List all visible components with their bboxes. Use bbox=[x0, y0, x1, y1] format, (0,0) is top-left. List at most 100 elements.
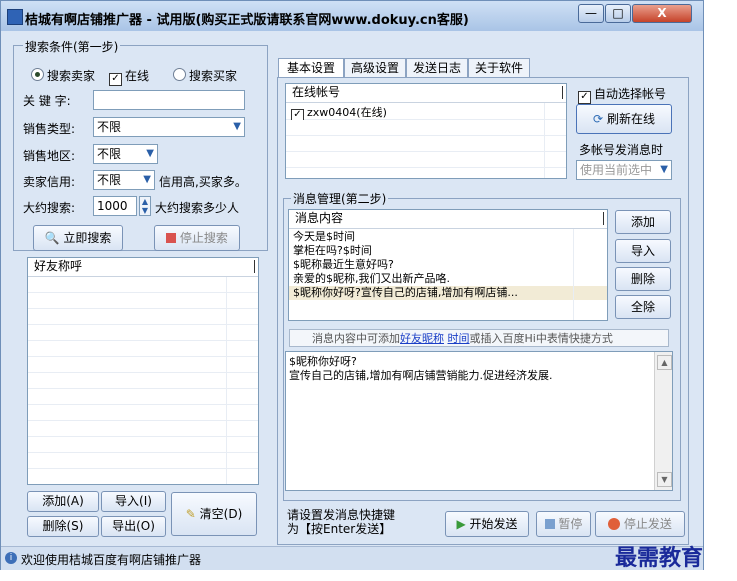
keyword-label: 关 键 字: bbox=[23, 94, 71, 108]
tab-basic-settings[interactable]: 基本设置 bbox=[278, 58, 344, 79]
window-title: 桔城有啊店铺推广器 - 试用版(购买正式版请联系官网www.dokuy.cn客服… bbox=[25, 13, 469, 28]
message-editor[interactable]: $昵称你好呀? 宣传自己的店铺,增加有啊店铺营销能力.促进经济发展. ▲ ▼ bbox=[285, 351, 673, 491]
chevron-down-icon: ▼ bbox=[143, 174, 151, 185]
import-message-button[interactable]: 导入 bbox=[615, 239, 671, 263]
message-legend: 消息管理(第二步) bbox=[291, 190, 389, 207]
credit-select[interactable]: 不限 ▼ bbox=[93, 170, 155, 190]
hotkey-hint: 请设置发消息快捷键 为【按Enter发送】 bbox=[287, 508, 395, 536]
export-friend-button[interactable]: 导出(O) bbox=[101, 516, 166, 537]
credit-value: 不限 bbox=[97, 173, 122, 187]
online-accounts-list[interactable]: 在线帐号 ✓ zxw0404(在线) bbox=[285, 83, 567, 179]
title-bar[interactable]: 桔城有啊店铺推广器 - 试用版(购买正式版请联系官网www.dokuy.cn客服… bbox=[1, 1, 703, 31]
radio-buyer-label: 搜索买家 bbox=[189, 69, 238, 83]
stop-send-button[interactable]: 停止发送 bbox=[595, 511, 685, 537]
credit-label: 卖家信用: bbox=[23, 175, 76, 189]
import-friend-button[interactable]: 导入(I) bbox=[101, 491, 166, 512]
accounts-header-label: 在线帐号 bbox=[292, 85, 341, 99]
chevron-down-icon: ▼ bbox=[146, 148, 154, 159]
credit-hint: 信用高,买家多。 bbox=[159, 175, 247, 189]
start-send-label: 开始发送 bbox=[469, 517, 518, 531]
column-line bbox=[573, 229, 574, 320]
delete-friend-button[interactable]: 删除(S) bbox=[27, 516, 99, 537]
radio-off-icon bbox=[173, 68, 186, 81]
message-item[interactable]: 掌柜在吗?$时间 bbox=[293, 244, 372, 258]
multi-account-select[interactable]: 使用当前选中 ▼ bbox=[576, 160, 672, 180]
approx-hint: 大约搜索多少人 bbox=[155, 201, 240, 215]
app-window: 桔城有啊店铺推广器 - 试用版(购买正式版请联系官网www.dokuy.cn客服… bbox=[0, 0, 704, 570]
clear-friends-button[interactable]: ✎ 清空(D) bbox=[171, 492, 257, 536]
delete-message-button[interactable]: 删除 bbox=[615, 267, 671, 291]
add-friend-button[interactable]: 添加(A) bbox=[27, 491, 99, 512]
watermark-text: 最需教育 bbox=[615, 545, 704, 571]
auto-select-checkbox[interactable]: ✓ 自动选择帐号 bbox=[578, 85, 666, 104]
editor-scrollbar[interactable]: ▲ ▼ bbox=[654, 352, 672, 490]
multi-account-value: 使用当前选中 bbox=[580, 163, 653, 177]
friends-list[interactable]: 好友称呼 bbox=[27, 257, 259, 485]
region-select[interactable]: 不限 ▼ bbox=[93, 144, 158, 164]
message-item[interactable]: 今天是$时间 bbox=[293, 230, 355, 244]
region-value: 不限 bbox=[97, 147, 122, 161]
hint-suffix: 或插入百度Hi中表情快捷方式 bbox=[469, 332, 613, 345]
approx-label: 大约搜索: bbox=[23, 201, 76, 215]
keyword-input[interactable] bbox=[93, 90, 245, 110]
stop-icon bbox=[608, 518, 621, 530]
insert-time-link[interactable]: 时间 bbox=[448, 332, 470, 345]
app-icon bbox=[7, 9, 23, 25]
radio-on-icon bbox=[31, 68, 44, 81]
status-bar: i 欢迎使用桔城百度有啊店铺推广器 bbox=[1, 546, 703, 570]
insert-nickname-link[interactable]: 好友昵称 bbox=[400, 332, 444, 345]
start-send-button[interactable]: ▶ 开始发送 bbox=[445, 511, 529, 537]
tab-advanced-settings[interactable]: 高级设置 bbox=[344, 58, 406, 78]
approx-input[interactable]: 1000 bbox=[93, 196, 137, 216]
multi-account-label: 多帐号发消息时 bbox=[579, 143, 664, 157]
message-header-label: 消息内容 bbox=[295, 211, 344, 225]
radio-seller-label: 搜索卖家 bbox=[47, 69, 96, 83]
hotkey-line-1: 请设置发消息快捷键 bbox=[287, 508, 396, 522]
friends-list-rows bbox=[28, 277, 258, 484]
refresh-icon: ⟳ bbox=[593, 112, 604, 126]
play-icon: ▶ bbox=[456, 517, 466, 531]
clear-messages-button[interactable]: 全除 bbox=[615, 295, 671, 319]
message-list[interactable]: 消息内容 今天是$时间 掌柜在吗?$时间 $昵称最近生意好吗? 亲爱的$昵称,我… bbox=[288, 209, 608, 321]
pause-send-button[interactable]: 暂停 bbox=[536, 511, 591, 537]
scroll-down-icon[interactable]: ▼ bbox=[657, 472, 672, 487]
message-list-header: 消息内容 bbox=[289, 210, 607, 229]
sale-type-select[interactable]: 不限 ▼ bbox=[93, 117, 245, 137]
stop-icon bbox=[166, 233, 177, 243]
column-divider bbox=[254, 260, 255, 273]
approx-spinner[interactable]: ▲ ▼ bbox=[139, 196, 151, 216]
tab-send-log[interactable]: 发送日志 bbox=[406, 58, 468, 78]
auto-select-label: 自动选择帐号 bbox=[594, 87, 667, 101]
pause-icon bbox=[544, 519, 555, 529]
friends-list-header: 好友称呼 bbox=[28, 258, 258, 277]
checkbox-online[interactable]: ✓ 在线 bbox=[109, 67, 149, 86]
radio-search-buyer[interactable]: 搜索买家 bbox=[173, 67, 237, 84]
account-row[interactable]: ✓ zxw0404(在线) bbox=[286, 103, 566, 122]
editor-line-2: 宣传自己的店铺,增加有啊店铺营销能力.促进经济发展. bbox=[289, 369, 553, 382]
radio-search-seller[interactable]: 搜索卖家 bbox=[31, 67, 95, 84]
checkmark-icon: ✓ bbox=[109, 73, 122, 86]
column-divider bbox=[562, 86, 563, 99]
refresh-online-label: 刷新在线 bbox=[606, 112, 655, 126]
add-message-button[interactable]: 添加 bbox=[615, 210, 671, 234]
message-item[interactable]: 亲爱的$昵称,我们又出新产品咯. bbox=[293, 272, 450, 286]
column-divider bbox=[603, 212, 604, 225]
close-button[interactable]: X bbox=[632, 4, 692, 23]
editor-line-1: $昵称你好呀? bbox=[289, 355, 357, 368]
tab-about[interactable]: 关于软件 bbox=[468, 58, 530, 78]
message-item[interactable]: $昵称最近生意好吗? bbox=[293, 258, 394, 272]
sale-type-value: 不限 bbox=[97, 120, 122, 134]
stop-search-label: 停止搜索 bbox=[179, 231, 228, 245]
pause-send-label: 暂停 bbox=[558, 517, 583, 531]
refresh-online-button[interactable]: ⟳ 刷新在线 bbox=[576, 104, 672, 134]
maximize-button[interactable]: □ bbox=[605, 4, 631, 23]
search-now-button[interactable]: 🔍 立即搜索 bbox=[33, 225, 123, 251]
minimize-button[interactable]: — bbox=[578, 4, 604, 23]
chevron-down-icon: ▼ bbox=[660, 164, 668, 175]
scroll-up-icon[interactable]: ▲ bbox=[657, 355, 672, 370]
message-item-selected[interactable]: $昵称你好呀?宣传自己的店铺,增加有啊店铺... bbox=[289, 286, 607, 300]
stop-search-button[interactable]: 停止搜索 bbox=[154, 225, 240, 251]
chevron-down-icon: ▼ bbox=[233, 121, 241, 132]
accounts-list-rows bbox=[286, 120, 566, 178]
clear-friends-label: 清空(D) bbox=[199, 507, 243, 521]
